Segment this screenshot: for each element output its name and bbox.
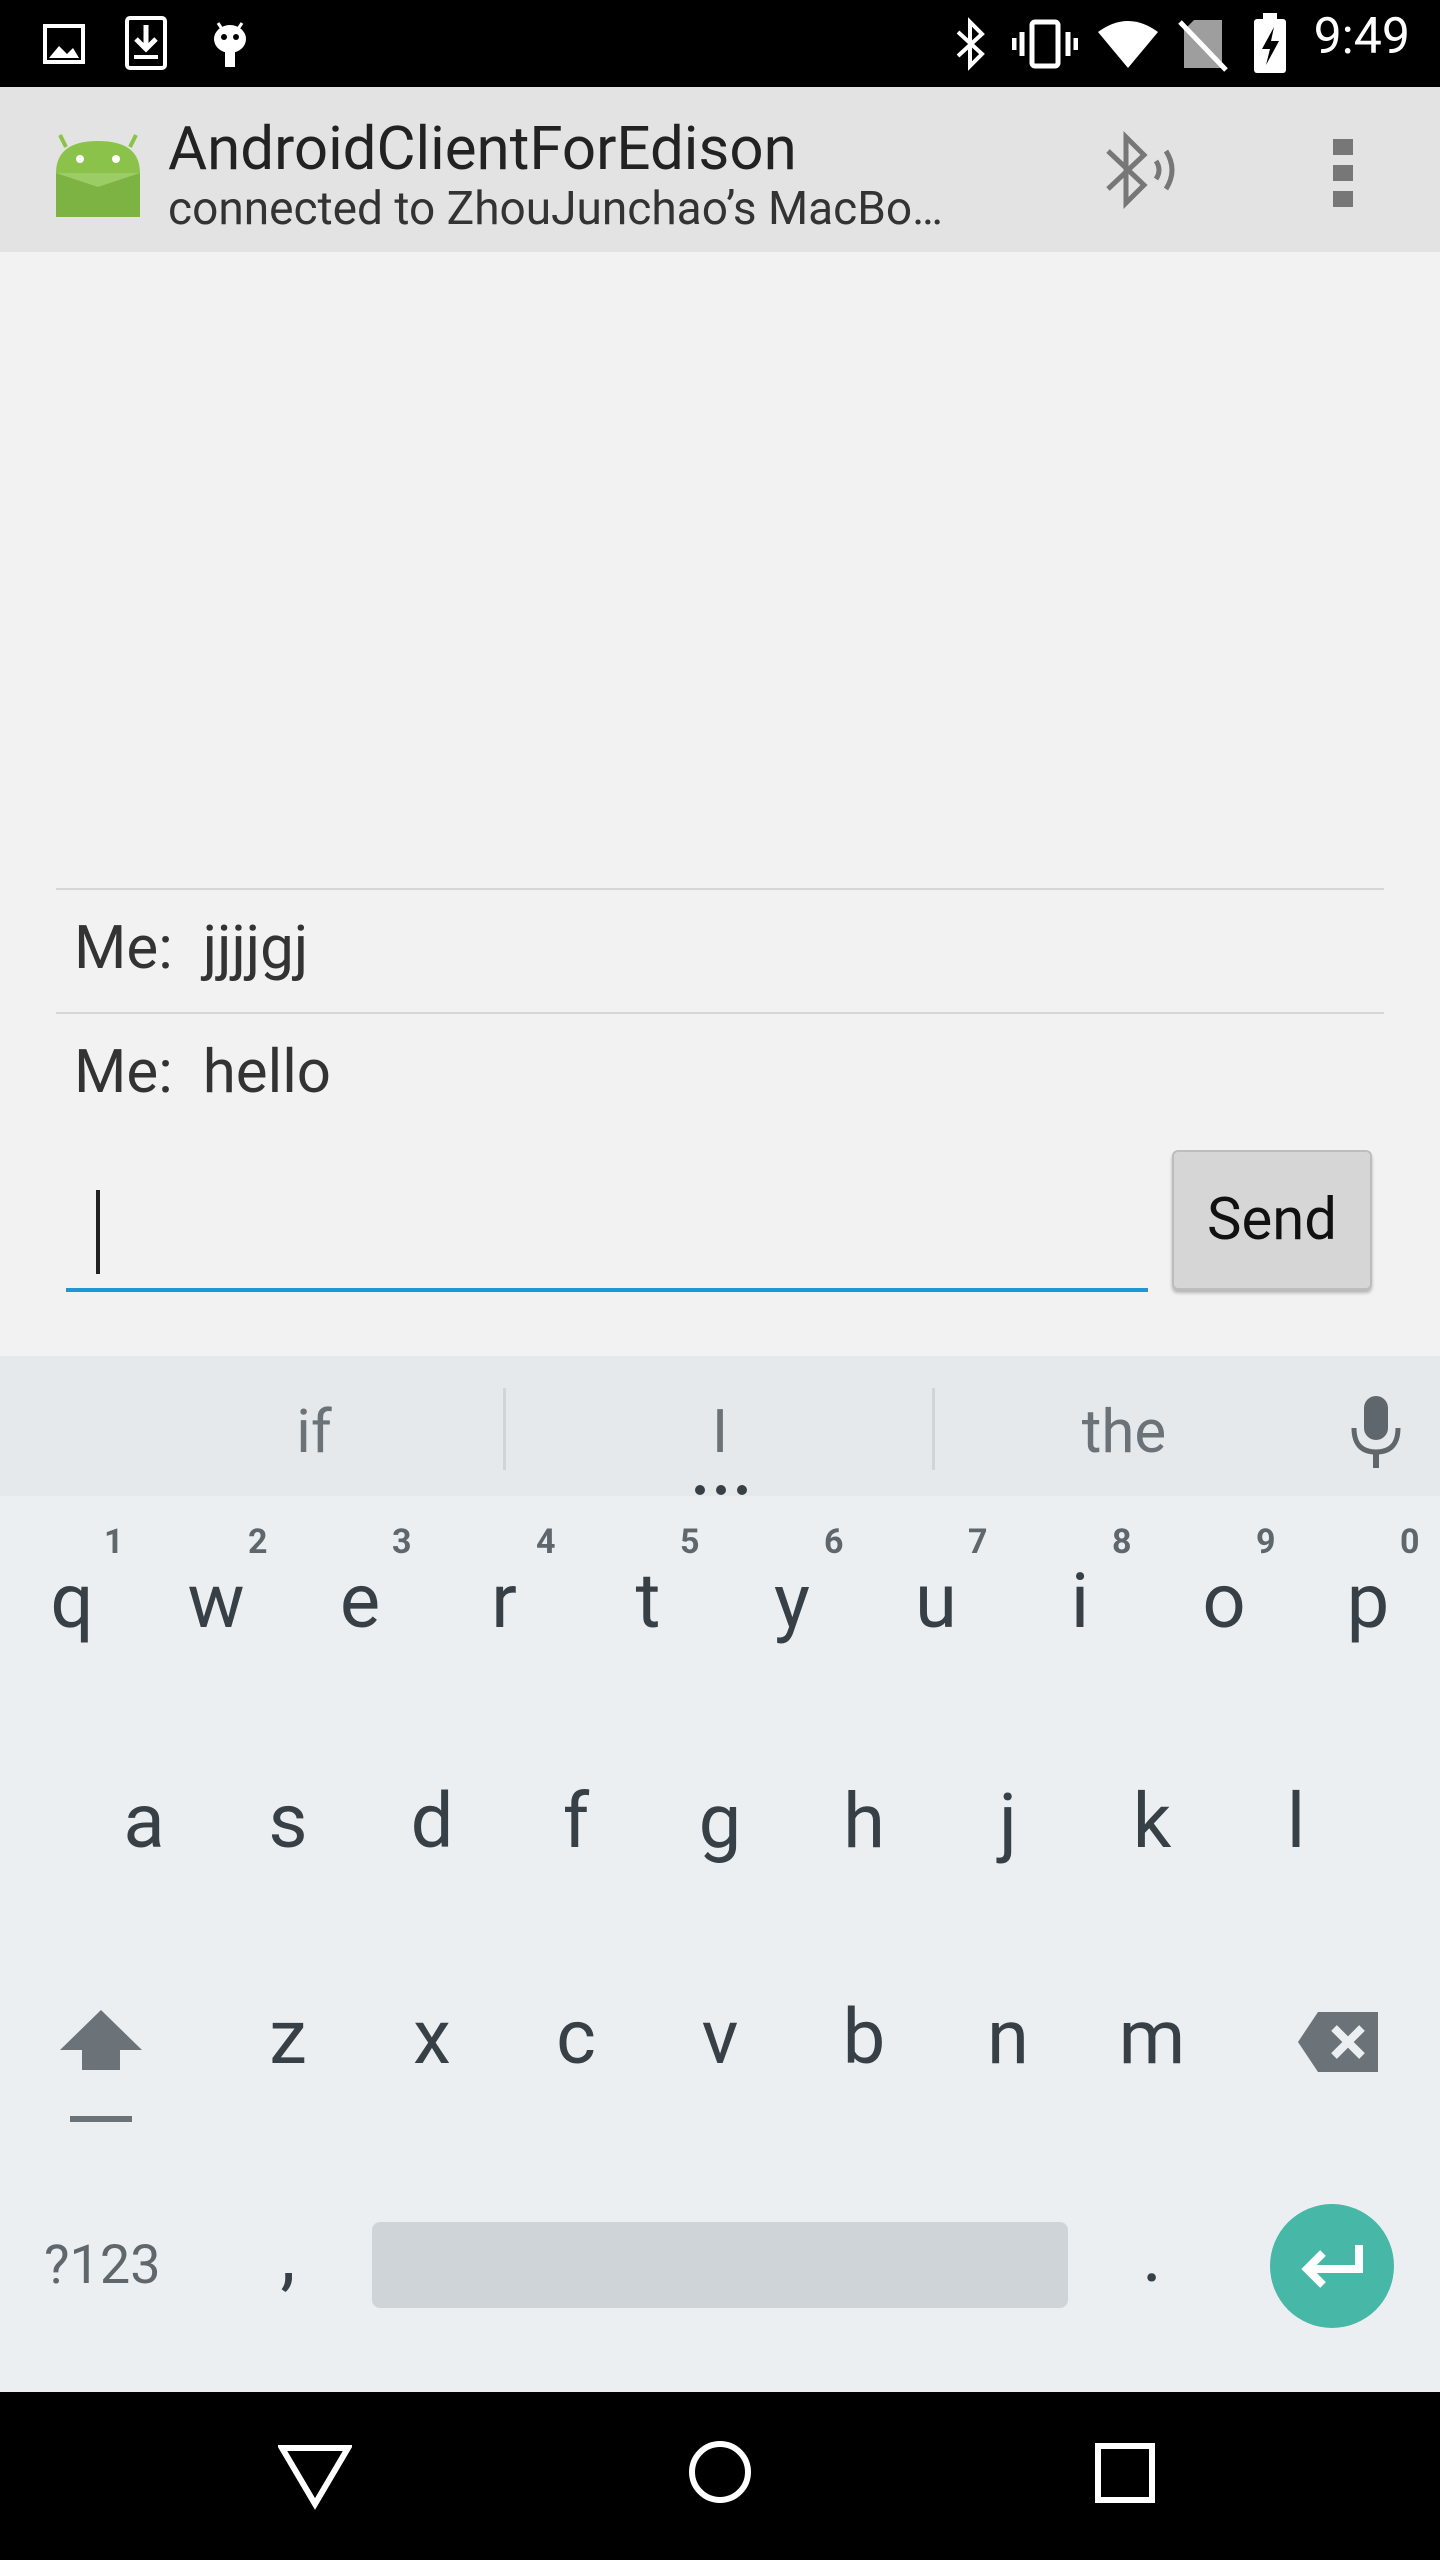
- status-bar: 9:49: [0, 0, 1440, 87]
- key-a[interactable]: a: [84, 1776, 204, 1866]
- space-bar[interactable]: [372, 2222, 1068, 2308]
- key-j[interactable]: j: [948, 1776, 1068, 1866]
- enter-icon: [1301, 2245, 1363, 2288]
- enter-button[interactable]: [1270, 2204, 1394, 2328]
- key-g[interactable]: g: [660, 1776, 780, 1866]
- key-b[interactable]: b: [804, 1992, 924, 2082]
- key-d[interactable]: d: [372, 1776, 492, 1866]
- more-suggestions-icon[interactable]: [694, 1480, 748, 1495]
- message-item: Me: jjjjgj: [74, 912, 308, 983]
- key-l[interactable]: l: [1236, 1776, 1356, 1866]
- key-x[interactable]: x: [372, 1992, 492, 2082]
- back-icon[interactable]: [276, 2442, 354, 2510]
- key-p[interactable]: p: [1308, 1556, 1428, 1646]
- key-c[interactable]: c: [516, 1992, 636, 2082]
- key-f[interactable]: f: [516, 1776, 636, 1866]
- key-w[interactable]: w: [156, 1556, 276, 1646]
- soft-keyboard: if I the 1 2 3 4 5 6 7 8 9 0 q w e r t y…: [0, 1356, 1440, 2392]
- bluetooth-audio-icon[interactable]: [1100, 127, 1190, 213]
- key-o[interactable]: o: [1164, 1556, 1284, 1646]
- key-q[interactable]: q: [12, 1556, 132, 1646]
- navigation-bar: [0, 2392, 1440, 2560]
- message-text: jjjjgj: [202, 912, 309, 983]
- download-icon: [122, 14, 170, 72]
- key-r[interactable]: r: [444, 1556, 564, 1646]
- microphone-icon[interactable]: [1346, 1392, 1406, 1472]
- key-e[interactable]: e: [300, 1556, 420, 1646]
- app-title: AndroidClientForEdison: [168, 113, 797, 184]
- suggestion-divider: [932, 1388, 935, 1470]
- connection-subtitle: connected to ZhouJunchao’s MacBo…: [168, 182, 943, 236]
- key-z[interactable]: z: [228, 1992, 348, 2082]
- period-key[interactable]: .: [1092, 2210, 1212, 2300]
- vibrate-icon: [1010, 14, 1080, 74]
- no-sim-icon: [1176, 14, 1230, 74]
- key-k[interactable]: k: [1092, 1776, 1212, 1866]
- overflow-menu-icon[interactable]: [1320, 133, 1366, 213]
- key-v[interactable]: v: [660, 1992, 780, 2082]
- key-t[interactable]: t: [588, 1556, 708, 1646]
- key-u[interactable]: u: [876, 1556, 996, 1646]
- symbols-key[interactable]: ?123: [44, 2234, 161, 2297]
- text-cursor: [96, 1190, 100, 1274]
- message-input[interactable]: [66, 1212, 1152, 1334]
- home-icon[interactable]: [688, 2440, 752, 2504]
- android-debug-icon: [206, 14, 254, 72]
- key-y[interactable]: y: [732, 1556, 852, 1646]
- comma-key[interactable]: ,: [228, 2210, 348, 2300]
- input-underline: [66, 1288, 1148, 1292]
- backspace-icon[interactable]: [1296, 2010, 1380, 2074]
- status-time: 9:49: [1313, 8, 1410, 66]
- message-sender: Me:: [74, 912, 173, 983]
- message-divider: [56, 888, 1384, 890]
- key-i[interactable]: i: [1020, 1556, 1140, 1646]
- recents-icon[interactable]: [1094, 2442, 1156, 2504]
- key-s[interactable]: s: [228, 1776, 348, 1866]
- suggestion-item[interactable]: if: [214, 1396, 414, 1467]
- app-bar: AndroidClientForEdison connected to Zhou…: [0, 87, 1440, 252]
- android-logo-icon: [50, 123, 146, 219]
- battery-charging-icon: [1250, 12, 1290, 76]
- suggestion-item[interactable]: the: [1024, 1396, 1224, 1467]
- suggestion-item[interactable]: I: [620, 1396, 820, 1467]
- chat-area: Me: jjjjgj Me: hello Send: [0, 252, 1440, 1356]
- bluetooth-icon: [950, 14, 990, 74]
- key-h[interactable]: h: [804, 1776, 924, 1866]
- message-divider: [56, 1012, 1384, 1014]
- wifi-icon: [1096, 14, 1160, 74]
- message-item: Me: hello: [74, 1036, 331, 1107]
- image-icon: [40, 20, 88, 68]
- message-text: hello: [202, 1036, 331, 1107]
- key-m[interactable]: m: [1092, 1992, 1212, 2082]
- key-n[interactable]: n: [948, 1992, 1068, 2082]
- shift-underline: [70, 2116, 132, 2122]
- suggestion-divider: [503, 1388, 506, 1470]
- suggestion-strip: if I the: [0, 1356, 1440, 1496]
- shift-icon[interactable]: [56, 2006, 146, 2086]
- message-sender: Me:: [74, 1036, 173, 1107]
- send-button[interactable]: Send: [1172, 1150, 1372, 1290]
